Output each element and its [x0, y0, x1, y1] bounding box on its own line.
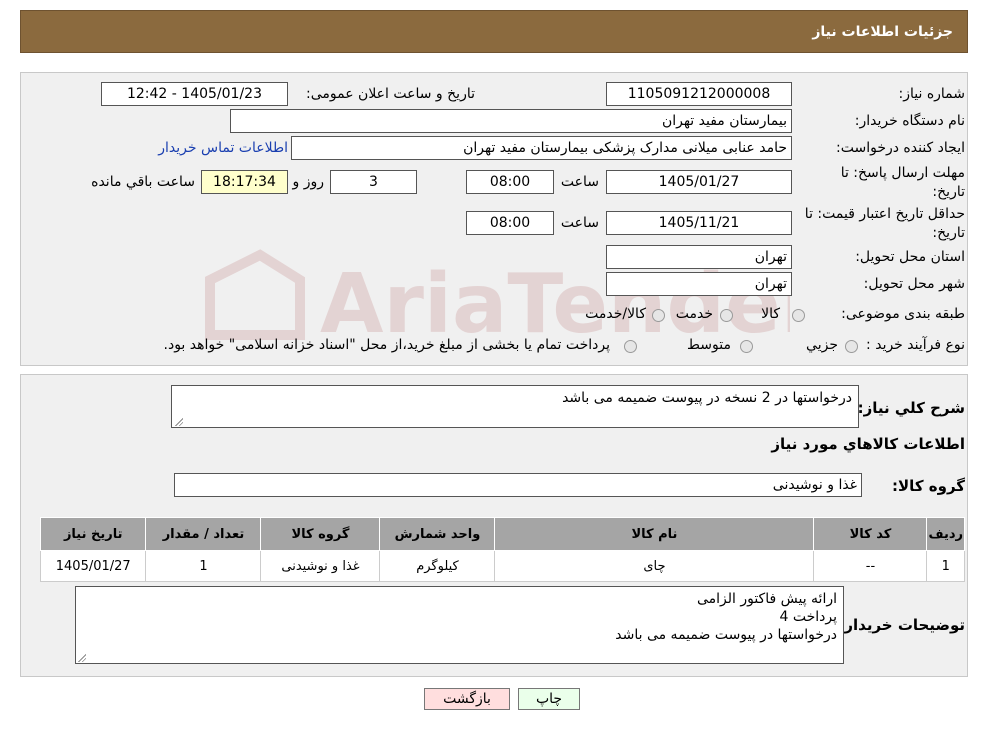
col-quantity: تعداد / مقدار: [145, 517, 262, 551]
category-service-label: خدمت: [675, 306, 713, 322]
remaining-time-label: ساعت باقي مانده: [91, 174, 195, 190]
province-label: استان محل تحویل:: [855, 249, 965, 265]
col-item-name: نام کالا: [494, 517, 815, 551]
treasury-checkbox[interactable]: [624, 340, 637, 353]
price-validity-time-label: ساعت: [560, 215, 599, 231]
city-label: شهر محل تحویل:: [863, 276, 965, 292]
price-validity-date-field: 1405/11/21: [606, 211, 792, 235]
province-field: تهران: [606, 245, 792, 269]
resize-grip-icon: [173, 417, 183, 427]
category-label: طبقه بندی موضوعی:: [841, 306, 965, 322]
buyer-notes-line: درخواستها در پیوست ضمیمه می باشد: [615, 627, 837, 643]
items-table-header-row: رديف کد کالا نام کالا واحد شمارش گروه کا…: [39, 517, 965, 551]
process-minor-radio[interactable]: [845, 340, 858, 353]
city-field: تهران: [606, 272, 792, 296]
table-row: 1 -- چای کیلوگرم غذا و نوشیدنی 1 1405/01…: [39, 550, 965, 582]
buyer-org-label: نام دستگاه خریدار:: [854, 113, 965, 129]
requester-field: حامد عنابی میلانی مدارک پزشکی بیمارستان …: [291, 136, 792, 160]
days-label: روز و: [292, 174, 325, 190]
buyer-org-field: بیمارستان مفید تهران: [230, 109, 792, 133]
col-need-date: تاریخ نیاز: [39, 517, 147, 551]
category-goods-service-label: کالا/خدمت: [585, 306, 646, 322]
price-validity-label-line2: تاریخ:: [932, 225, 965, 241]
cell-unit: کیلوگرم: [379, 550, 496, 582]
category-goods-radio[interactable]: [792, 309, 805, 322]
cell-goods-group: غذا و نوشیدنی: [260, 550, 381, 582]
buyer-notes-line: پرداخت 4: [779, 609, 837, 625]
cell-need-date: 1405/01/27: [39, 550, 147, 582]
goods-group-label: گروه کالا:: [892, 477, 965, 495]
category-goods-label: کالا: [761, 306, 780, 322]
process-type-label: نوع فرآیند خرید :: [866, 337, 965, 353]
reply-time-field: 08:00: [466, 170, 554, 194]
reply-date-field: 1405/01/27: [606, 170, 792, 194]
price-validity-label: حداقل تاریخ اعتبار قیمت: تا: [804, 206, 965, 222]
col-row-number: رديف: [926, 517, 965, 551]
price-validity-time-field: 08:00: [466, 211, 554, 235]
announce-datetime-label: تاریخ و ساعت اعلان عمومی:: [306, 86, 475, 102]
cell-row-number: 1: [926, 550, 965, 582]
buyer-notes-label: توضیحات خریدار:: [838, 616, 965, 634]
page-header: جزئیات اطلاعات نیاز: [20, 10, 968, 53]
process-medium-label: متوسط: [687, 337, 731, 353]
remaining-time-field: 18:17:34: [201, 170, 288, 194]
remaining-days-field: 3: [330, 170, 417, 194]
col-unit: واحد شمارش: [379, 517, 496, 551]
items-heading: اطلاعات کالاهاي مورد نياز: [771, 435, 965, 453]
general-description-label: شرح کلي نياز:: [857, 399, 965, 417]
back-button[interactable]: بازگشت: [424, 688, 510, 710]
col-goods-group: گروه کالا: [260, 517, 381, 551]
process-note: پرداخت تمام یا بخشی از مبلغ خرید،از محل …: [163, 337, 610, 353]
items-table: رديف کد کالا نام کالا واحد شمارش گروه کا…: [39, 517, 965, 582]
need-number-field: 1105091212000008: [606, 82, 792, 106]
process-minor-label: جزیي: [806, 337, 838, 353]
general-description-text: درخواستها در 2 نسخه در پیوست ضمیمه می با…: [171, 385, 859, 428]
reply-deadline-label-line2: تاریخ:: [932, 184, 965, 200]
category-goods-service-radio[interactable]: [652, 309, 665, 322]
process-medium-radio[interactable]: [740, 340, 753, 353]
reply-deadline-label: مهلت ارسال پاسخ: تا: [840, 165, 965, 181]
cell-item-name: چای: [494, 550, 815, 582]
buyer-notes-line: ارائه پیش فاکتور الزامی: [696, 591, 837, 607]
announce-datetime-field: 1405/01/23 - 12:42: [101, 82, 288, 106]
buyer-notes-text: ارائه پیش فاکتور الزامی پرداخت 4 درخواست…: [75, 586, 844, 664]
goods-group-field: غذا و نوشیدنی: [174, 473, 862, 497]
col-item-code: کد کالا: [813, 517, 928, 551]
reply-time-label: ساعت: [560, 174, 599, 190]
buyer-contact-link[interactable]: اطلاعات تماس خریدار: [158, 140, 288, 156]
cell-item-code: --: [813, 550, 928, 582]
print-button[interactable]: چاپ: [518, 688, 580, 710]
requester-label: ایجاد کننده درخواست:: [836, 140, 965, 156]
page-title: جزئیات اطلاعات نیاز: [812, 24, 953, 40]
category-service-radio[interactable]: [720, 309, 733, 322]
need-number-label: شماره نیاز:: [898, 86, 966, 102]
cell-quantity: 1: [145, 550, 262, 582]
